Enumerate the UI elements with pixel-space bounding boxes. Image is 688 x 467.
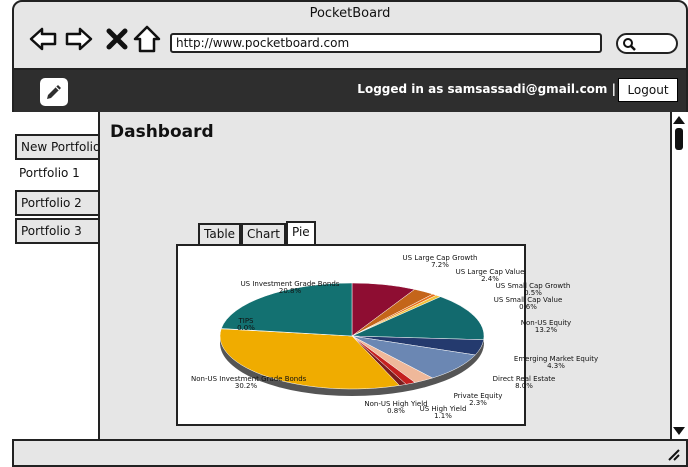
app-header: Logged in as samsassadi@gmail.com | Logo… xyxy=(12,70,688,112)
page-title: Dashboard xyxy=(110,122,214,142)
sidebar-item-portfolio-1[interactable]: Portfolio 1 xyxy=(15,162,98,188)
pie-slice-label: Non-US High Yield 0.8% xyxy=(341,401,451,415)
pie-slice-value: 0.0% xyxy=(237,324,255,332)
status-bar xyxy=(12,439,688,467)
login-status: Logged in as samsassadi@gmail.com | xyxy=(357,82,616,96)
pie-slice-value: 8.0% xyxy=(515,382,533,390)
pie-slice-label: Non-US Investment Grade Bonds 30.2% xyxy=(191,376,306,390)
scroll-thumb[interactable] xyxy=(675,128,683,150)
scroll-down-icon[interactable] xyxy=(673,427,685,435)
back-arrow-icon[interactable] xyxy=(28,24,58,54)
pie-slice-label: US Large Cap Value 2.4% xyxy=(435,269,545,283)
pie-slice-value: 0.8% xyxy=(387,407,405,415)
sidebar: New Portfolio Portfolio 1 Portfolio 2 Po… xyxy=(12,112,98,439)
pie-slice-label: US Small Cap Growth 0.5% xyxy=(478,283,588,297)
vertical-scrollbar[interactable] xyxy=(670,112,688,439)
pie-slice-value: 20.8% xyxy=(278,287,302,295)
search-input[interactable] xyxy=(616,33,678,54)
sidebar-item-new-portfolio[interactable]: New Portfolio xyxy=(15,134,98,160)
pie-slice-label: US Large Cap Growth 7.2% xyxy=(385,255,495,269)
pie-slice-label: Direct Real Estate 8.0% xyxy=(469,376,579,390)
resize-grip-icon[interactable] xyxy=(666,447,680,461)
home-icon[interactable] xyxy=(132,24,162,54)
search-icon xyxy=(623,38,636,51)
close-icon[interactable] xyxy=(102,24,132,54)
pie-slice-value: 30.2% xyxy=(234,382,258,390)
sidebar-item-portfolio-3[interactable]: Portfolio 3 xyxy=(15,218,98,244)
pie-slice-value: 0.6% xyxy=(519,303,537,311)
pie-slice-value: 4.3% xyxy=(547,362,565,370)
pie-slice-label: US Investment Grade Bonds 20.8% xyxy=(235,281,345,295)
pie-slice-label: Non-US Equity 13.2% xyxy=(491,320,601,334)
pie-slice-label: Emerging Market Equity 4.3% xyxy=(501,356,611,370)
logout-button[interactable]: Logout xyxy=(618,78,678,102)
pie-chart-panel: US Large Cap Growth 7.2% US Large Cap Valu… xyxy=(176,244,598,426)
window-title: PocketBoard xyxy=(309,6,391,21)
pie-slice-label: TIPS 0.0% xyxy=(191,318,301,332)
browser-titlebar: PocketBoard http://www.pocketboard.com xyxy=(12,0,688,70)
url-input[interactable]: http://www.pocketboard.com xyxy=(170,33,602,53)
pie-slice-label: US Small Cap Value 0.6% xyxy=(473,297,583,311)
scroll-up-icon[interactable] xyxy=(673,116,685,124)
pencil-icon[interactable] xyxy=(40,78,68,106)
pie-slice-value: 13.2% xyxy=(534,326,558,334)
forward-arrow-icon[interactable] xyxy=(64,24,94,54)
sidebar-item-portfolio-2[interactable]: Portfolio 2 xyxy=(15,190,98,216)
